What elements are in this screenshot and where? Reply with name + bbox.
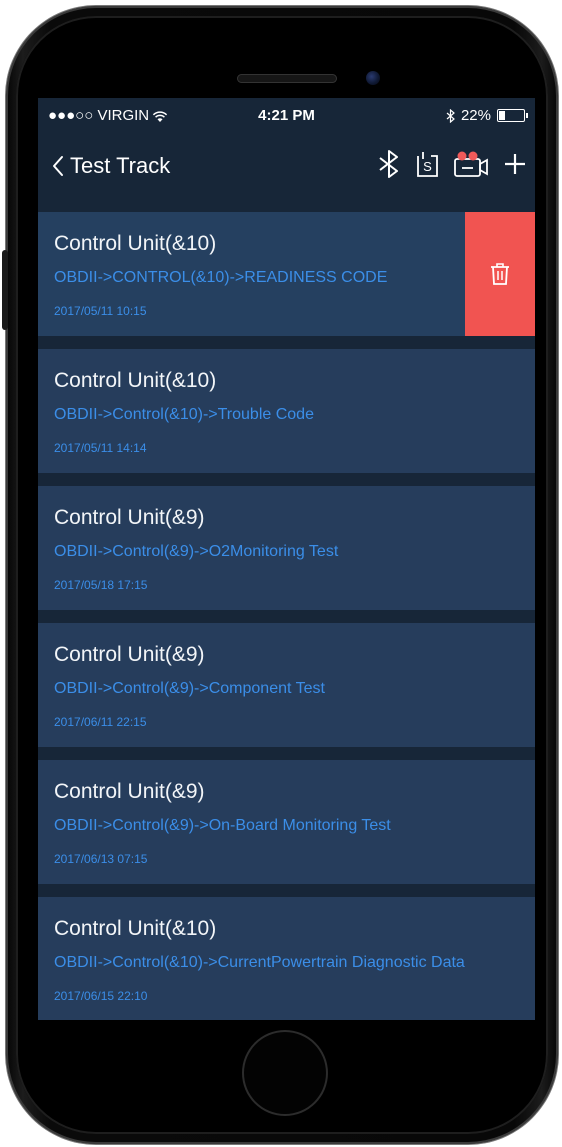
status-battery-group: 22% — [446, 107, 528, 124]
add-icon[interactable] — [503, 152, 527, 176]
record-path: OBDII->Control(&9)->Component Test — [54, 680, 325, 697]
svg-text:S: S — [423, 159, 432, 174]
front-camera — [366, 71, 380, 85]
status-bar: ●●●○○ VIRGIN 4:21 PM 22% — [38, 98, 535, 134]
bluetooth-icon[interactable] — [377, 149, 401, 179]
nav-actions: S — [377, 149, 527, 179]
nav-bar: Test Track S — [38, 134, 535, 198]
record-date: 2017/05/11 10:15 — [54, 304, 147, 318]
record-date: 2017/06/13 07:15 — [54, 852, 148, 866]
record-date: 2017/05/11 14:14 — [54, 441, 147, 455]
list-item[interactable]: Control Unit(&10) OBDII->Control(&10)->C… — [38, 897, 535, 1020]
page-title: Test Track — [70, 153, 171, 178]
record-date: 2017/06/11 22:15 — [54, 715, 147, 729]
record-path: OBDII->Control(&9)->O2Monitoring Test — [54, 543, 339, 560]
record-date: 2017/06/15 22:10 — [54, 989, 148, 1003]
record-title: Control Unit(&10) — [54, 917, 217, 940]
chevron-left-icon — [52, 155, 64, 177]
list-item[interactable]: Control Unit(&9) OBDII->Control(&9)->O2M… — [38, 486, 535, 610]
back-button[interactable]: Test Track — [52, 153, 170, 179]
bluetooth-status-icon — [446, 108, 455, 123]
list-item[interactable]: Control Unit(&10) OBDII->Control(&10)->T… — [38, 349, 535, 473]
home-button[interactable] — [242, 1030, 328, 1116]
record-title: Control Unit(&9) — [54, 643, 205, 666]
record-date: 2017/05/18 17:15 — [54, 578, 148, 592]
record-title: Control Unit(&10) — [54, 369, 217, 392]
battery-icon — [497, 109, 528, 122]
list-item[interactable]: Control Unit(&10) OBDII->CONTROL(&10)->R… — [38, 212, 535, 336]
app-screen: ●●●○○ VIRGIN 4:21 PM 22% Test Track S Co… — [38, 98, 535, 1020]
battery-percent: 22% — [460, 107, 491, 124]
battery-tip — [526, 113, 528, 118]
record-path: OBDII->Control(&10)->CurrentPowertrain D… — [54, 954, 465, 971]
record-title: Control Unit(&10) — [54, 232, 217, 255]
phone-volume-button — [2, 250, 8, 330]
record-path: OBDII->CONTROL(&10)->READINESS CODE — [54, 269, 388, 286]
trash-icon — [490, 263, 510, 285]
record-title: Control Unit(&9) — [54, 780, 205, 803]
battery-level — [499, 111, 505, 120]
track-list: Control Unit(&10) OBDII->CONTROL(&10)->R… — [38, 212, 535, 1020]
list-item[interactable]: Control Unit(&9) OBDII->Control(&9)->On-… — [38, 760, 535, 884]
s-box-icon[interactable]: S — [415, 150, 439, 178]
delete-button[interactable] — [465, 212, 535, 336]
record-path: OBDII->Control(&10)->Trouble Code — [54, 406, 314, 423]
phone-speaker — [237, 74, 337, 83]
record-camera-icon[interactable] — [453, 150, 489, 178]
record-path: OBDII->Control(&9)->On-Board Monitoring … — [54, 817, 391, 834]
list-item[interactable]: Control Unit(&9) OBDII->Control(&9)->Com… — [38, 623, 535, 747]
record-title: Control Unit(&9) — [54, 506, 205, 529]
